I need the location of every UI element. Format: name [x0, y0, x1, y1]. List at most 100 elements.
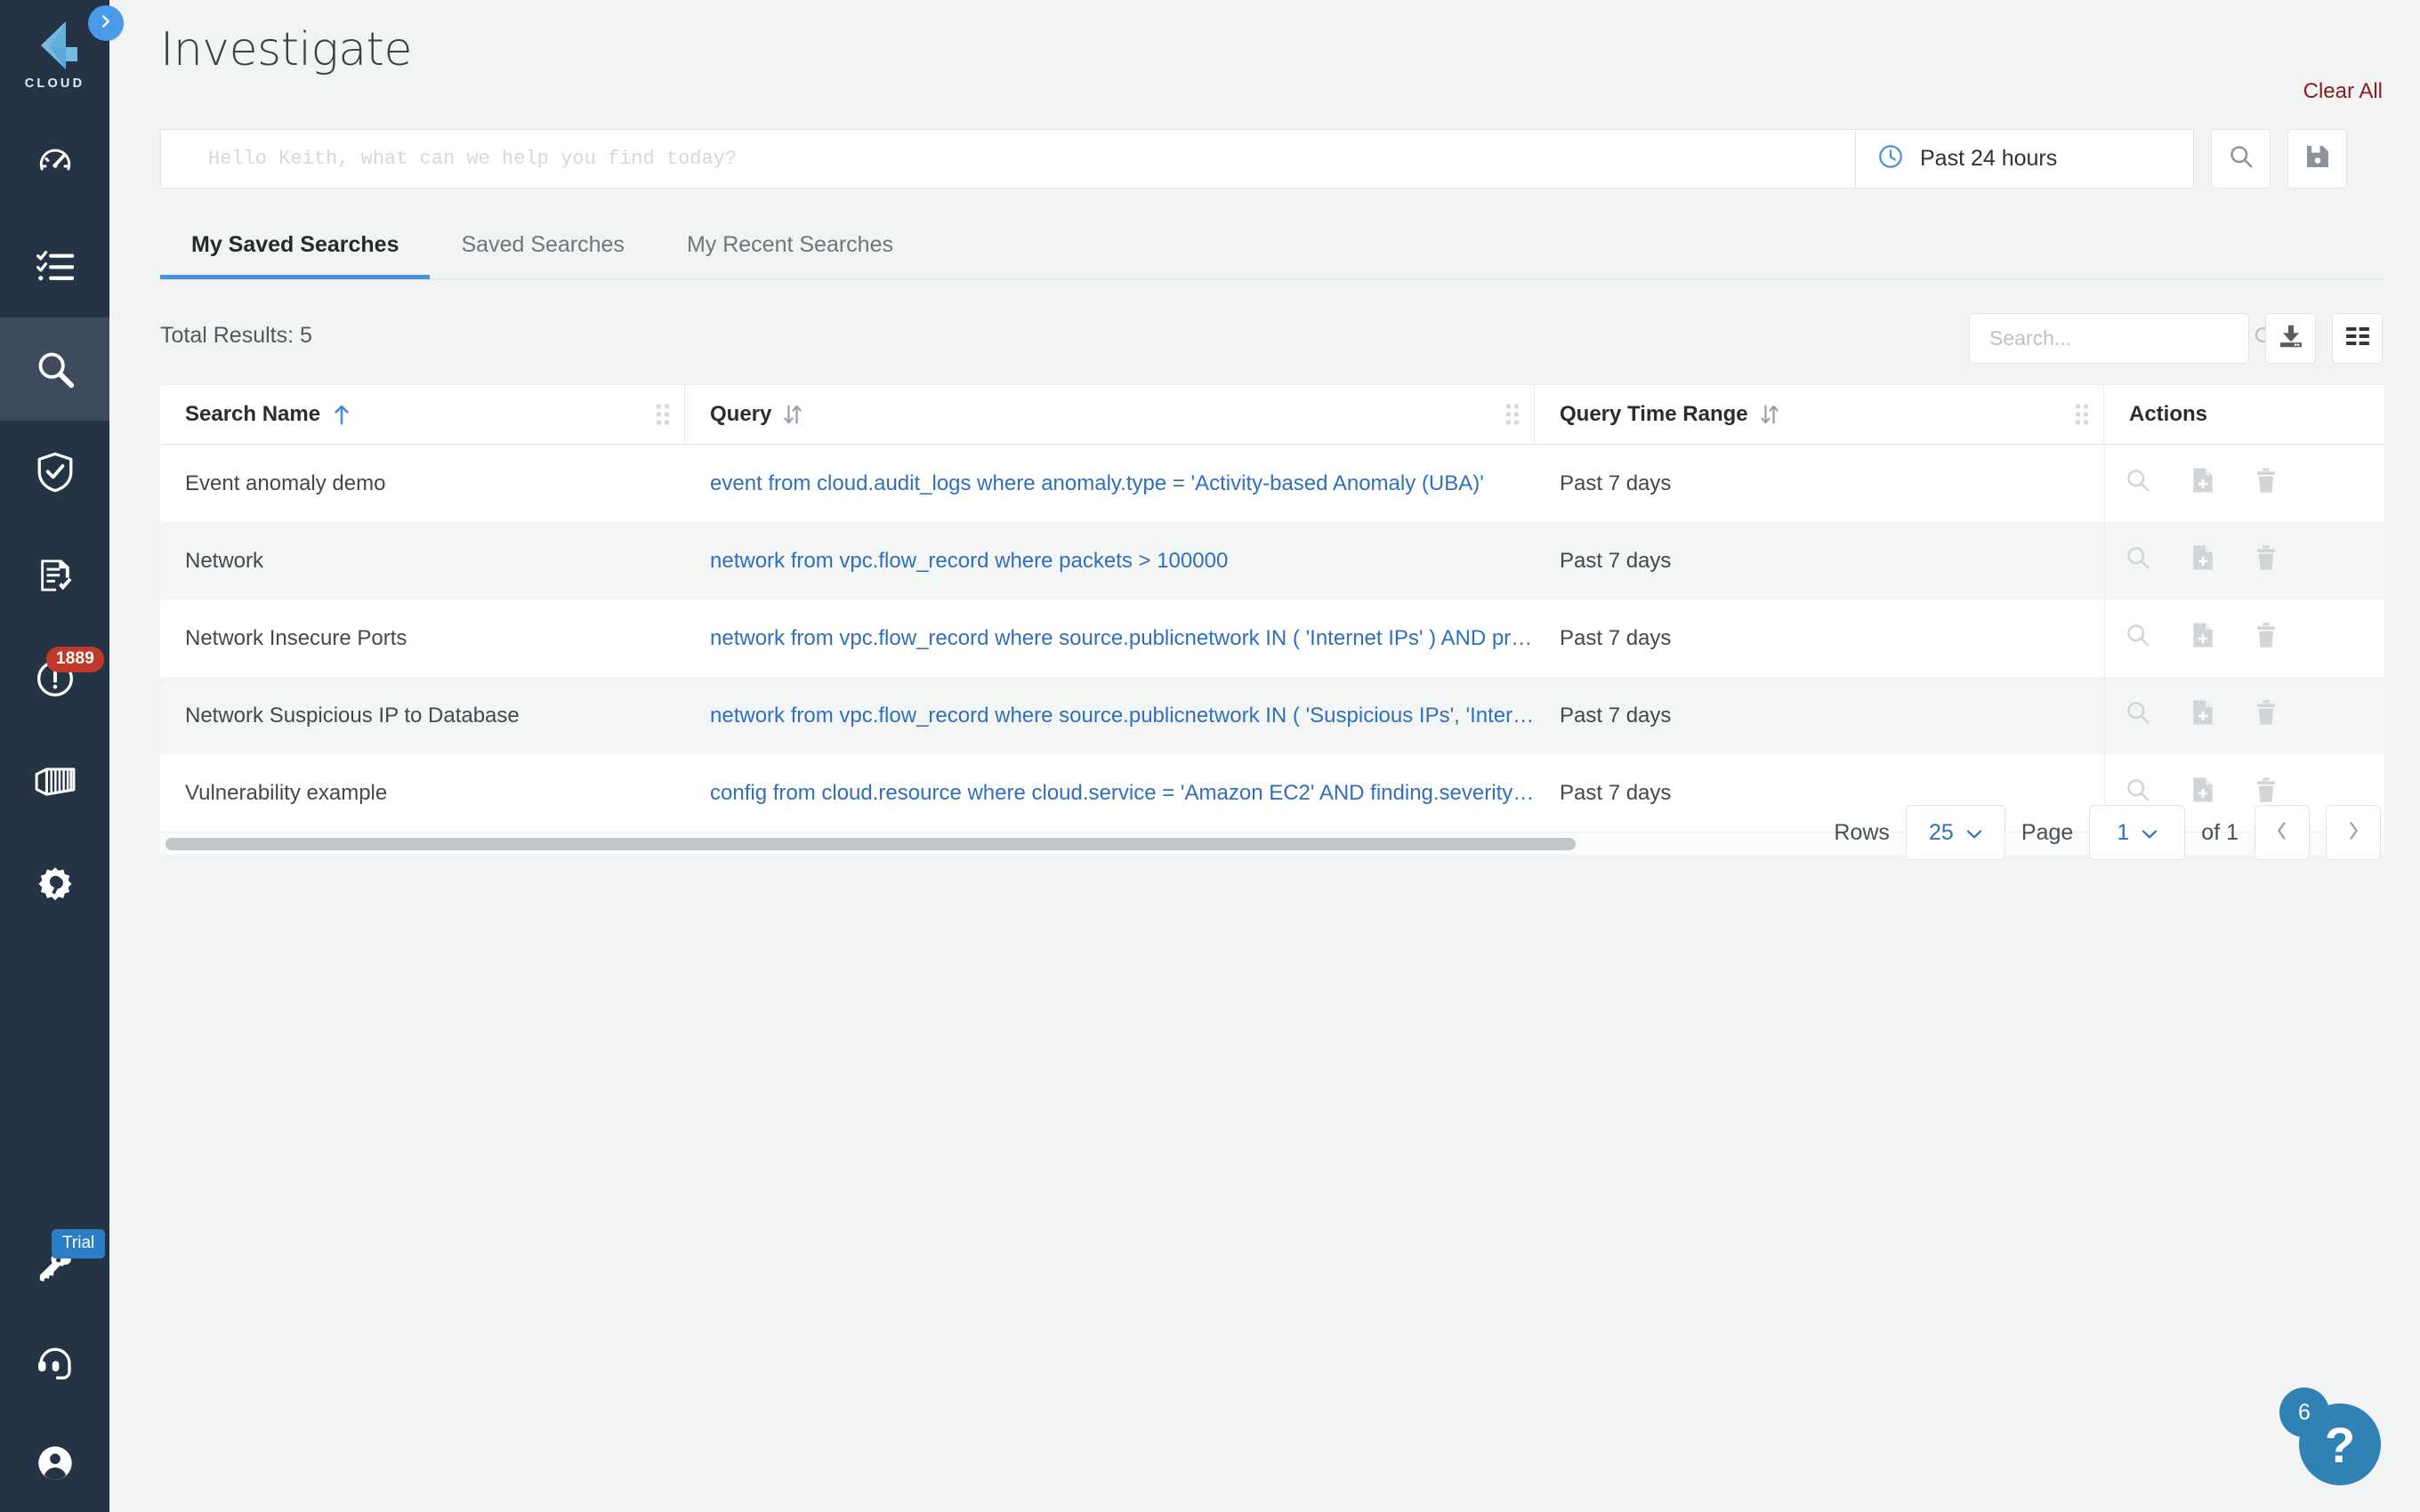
table-row[interactable]: Event anomaly demo event from cloud.audit… — [160, 445, 2384, 522]
column-header-query[interactable]: Query — [685, 385, 1535, 444]
brand-name: CLOUD — [24, 76, 85, 91]
run-search-action[interactable] — [2125, 699, 2151, 732]
query-link[interactable]: network from vpc.flow_record where sourc… — [710, 704, 1535, 728]
columns-layout-icon — [2345, 326, 2370, 351]
run-search-action[interactable] — [2125, 544, 2151, 577]
cell-search-name: Vulnerability example — [185, 780, 388, 805]
sidebar-expand-toggle[interactable] — [88, 5, 124, 41]
query-link[interactable]: network from vpc.flow_record where packe… — [710, 549, 1535, 574]
rows-per-page-select[interactable]: 25 — [1905, 805, 2005, 860]
search-input[interactable] — [161, 130, 1855, 188]
column-resize-handle[interactable] — [657, 404, 669, 425]
magnifier-search-icon — [2125, 544, 2151, 577]
page-value: 1 — [2117, 819, 2130, 845]
saved-searches-table: Search Name Query Query Time Range Actio… — [160, 384, 2384, 855]
checklist-icon — [36, 249, 74, 283]
floppy-save-icon — [2305, 144, 2330, 173]
duplicate-search-action[interactable] — [2190, 622, 2215, 655]
download-button[interactable] — [2265, 313, 2316, 364]
cell-query-time-range: Past 7 days — [1560, 548, 1672, 573]
column-header-query-time-range[interactable]: Query Time Range — [1535, 385, 2104, 444]
table-row[interactable]: Network Insecure Ports network from vpc.f… — [160, 599, 2384, 677]
clock-icon — [1877, 143, 1904, 174]
cell-actions — [2104, 599, 2384, 677]
chevron-down-icon — [2142, 820, 2158, 846]
headset-support-icon — [36, 1347, 75, 1383]
trial-badge: Trial — [52, 1229, 106, 1259]
sidebar-bottom-group: Trial — [0, 1218, 109, 1512]
sidebar-item-profile[interactable] — [0, 1414, 109, 1512]
magnifier-search-icon — [2228, 143, 2255, 174]
run-search-action[interactable] — [2125, 622, 2151, 655]
delete-search-action[interactable] — [2255, 699, 2278, 732]
delete-search-action[interactable] — [2255, 467, 2278, 500]
duplicate-search-action[interactable] — [2190, 544, 2215, 577]
duplicate-search-action[interactable] — [2190, 467, 2215, 500]
sidebar-item-licenses[interactable]: Trial — [0, 1218, 109, 1316]
magnifier-search-icon — [35, 349, 76, 390]
time-range-selector[interactable]: Past 24 hours — [1855, 129, 2194, 189]
column-header-search-name[interactable]: Search Name — [160, 385, 685, 444]
cell-actions — [2104, 445, 2384, 522]
cloud-logo-icon — [33, 20, 77, 70]
next-page-button[interactable] — [2326, 805, 2381, 860]
tab-saved-searches[interactable]: Saved Searches — [430, 225, 655, 277]
cell-search-name: Event anomaly demo — [185, 470, 386, 495]
trash-icon — [2255, 467, 2278, 500]
scrollbar-thumb[interactable] — [165, 837, 1576, 850]
page-label: Page — [2021, 819, 2074, 845]
column-resize-handle[interactable] — [2076, 404, 2088, 425]
column-header-actions: Actions — [2104, 385, 2384, 444]
table-search-container[interactable] — [1969, 313, 2275, 364]
column-label: Search Name — [185, 402, 321, 426]
query-link[interactable]: network from vpc.flow_record where sourc… — [710, 626, 1535, 651]
sidebar-item-compliance[interactable] — [0, 421, 109, 524]
help-button[interactable]: ? — [2299, 1403, 2381, 1485]
duplicate-search-action[interactable] — [2190, 699, 2215, 732]
sidebar-item-investigate[interactable] — [0, 318, 109, 421]
column-options-button[interactable] — [2332, 313, 2383, 364]
delete-search-action[interactable] — [2255, 544, 2278, 577]
help-widget: 6 ? — [2272, 1377, 2388, 1492]
cell-search-name: Network Insecure Ports — [185, 625, 407, 650]
column-resize-handle[interactable] — [1506, 404, 1519, 425]
table-row[interactable]: Network Suspicious IP to Database network… — [160, 677, 2384, 754]
pagination-controls: Rows 25 Page 1 of 1 — [1834, 805, 2381, 860]
table-toolbar — [1969, 313, 2383, 364]
arrow-up-icon[interactable] — [332, 404, 351, 425]
run-search-action[interactable] — [2125, 467, 2151, 500]
sidebar-item-checklist[interactable] — [0, 214, 109, 318]
sidebar-item-containers[interactable] — [0, 730, 109, 833]
trash-icon — [2255, 544, 2278, 577]
prev-page-button[interactable] — [2255, 805, 2310, 860]
table-row[interactable]: Network network from vpc.flow_record wher… — [160, 522, 2384, 599]
run-search-button[interactable] — [2211, 129, 2271, 189]
sidebar-item-settings[interactable] — [0, 833, 109, 937]
tab-my-recent-searches[interactable]: My Recent Searches — [656, 225, 924, 277]
sidebar-item-reports[interactable] — [0, 524, 109, 627]
total-results-label: Total Results: 5 — [160, 323, 312, 348]
left-sidebar: CLOUD 1889 Trial — [0, 0, 109, 1512]
query-input-container[interactable] — [160, 129, 1855, 189]
magnifier-search-icon — [2125, 622, 2151, 655]
tab-bar: My Saved Searches Saved Searches My Rece… — [160, 225, 2384, 280]
sidebar-item-support[interactable] — [0, 1316, 109, 1414]
sort-updown-icon[interactable] — [1760, 404, 1779, 425]
table-search-input[interactable] — [1989, 326, 2253, 350]
trash-icon — [2255, 699, 2278, 732]
sidebar-item-alerts[interactable]: 1889 — [0, 627, 109, 730]
save-search-button[interactable] — [2287, 129, 2347, 189]
sidebar-item-dashboard[interactable] — [0, 111, 109, 214]
query-link[interactable]: config from cloud.resource where cloud.s… — [710, 781, 1535, 806]
page-number-select[interactable]: 1 — [2089, 805, 2186, 860]
delete-search-action[interactable] — [2255, 622, 2278, 655]
file-plus-icon — [2190, 467, 2215, 500]
file-plus-icon — [2190, 622, 2215, 655]
tab-my-saved-searches[interactable]: My Saved Searches — [160, 225, 431, 279]
clear-all-button[interactable]: Clear All — [2303, 79, 2383, 104]
cell-query-time-range: Past 7 days — [1560, 703, 1672, 728]
query-link[interactable]: event from cloud.audit_logs where anomal… — [710, 471, 1535, 496]
sort-updown-icon[interactable] — [783, 404, 803, 425]
compliance-report-icon — [36, 557, 74, 594]
cell-query: network from vpc.flow_record where packe… — [685, 522, 1535, 599]
